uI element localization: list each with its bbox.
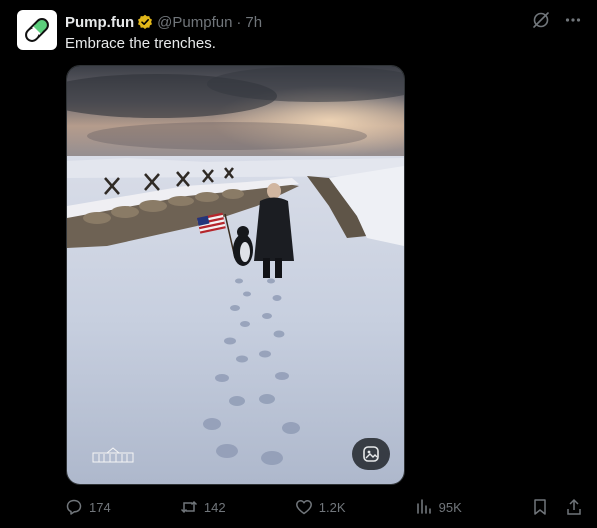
image-alt-button[interactable] — [352, 438, 390, 470]
share-icon — [567, 498, 581, 515]
post-text: Embrace the trenches. — [65, 35, 216, 52]
green-pill-icon — [25, 18, 49, 42]
like-count: 1.2K — [318, 499, 346, 515]
views-count: 95K — [438, 499, 462, 515]
separator-dot: · — [236, 13, 242, 31]
post-header: Pump.fun @Pumpfun · 7h — [65, 12, 262, 32]
repost-count: 142 — [203, 499, 226, 515]
repost-button[interactable]: 142 — [180, 498, 226, 516]
author-handle[interactable]: @Pumpfun — [157, 14, 232, 31]
bookmark-button[interactable] — [531, 498, 549, 516]
bookmark-icon — [534, 499, 546, 515]
like-button[interactable]: 1.2K — [295, 498, 346, 516]
top-actions — [531, 10, 583, 30]
secondary-actions — [531, 498, 583, 516]
grok-icon[interactable] — [531, 10, 551, 30]
post-time[interactable]: 7h — [245, 14, 262, 31]
repost-icon — [180, 500, 197, 514]
share-button[interactable] — [565, 498, 583, 516]
author-name[interactable]: Pump.fun — [65, 14, 134, 31]
post-image[interactable] — [66, 65, 405, 485]
reply-count: 174 — [89, 499, 111, 515]
white-house-watermark-icon — [92, 447, 134, 463]
verified-badge-icon — [137, 14, 153, 30]
reply-button[interactable]: 174 — [65, 498, 111, 516]
more-icon[interactable] — [563, 10, 583, 30]
avatar[interactable] — [17, 10, 57, 50]
reply-icon — [66, 499, 82, 515]
trenches-scene-illustration — [67, 66, 404, 484]
post-actions: 174 142 1.2K 95K — [65, 496, 583, 518]
views-icon — [416, 499, 431, 514]
like-icon — [295, 500, 312, 515]
image-alt-icon — [363, 446, 379, 462]
views-button[interactable]: 95K — [415, 498, 462, 516]
